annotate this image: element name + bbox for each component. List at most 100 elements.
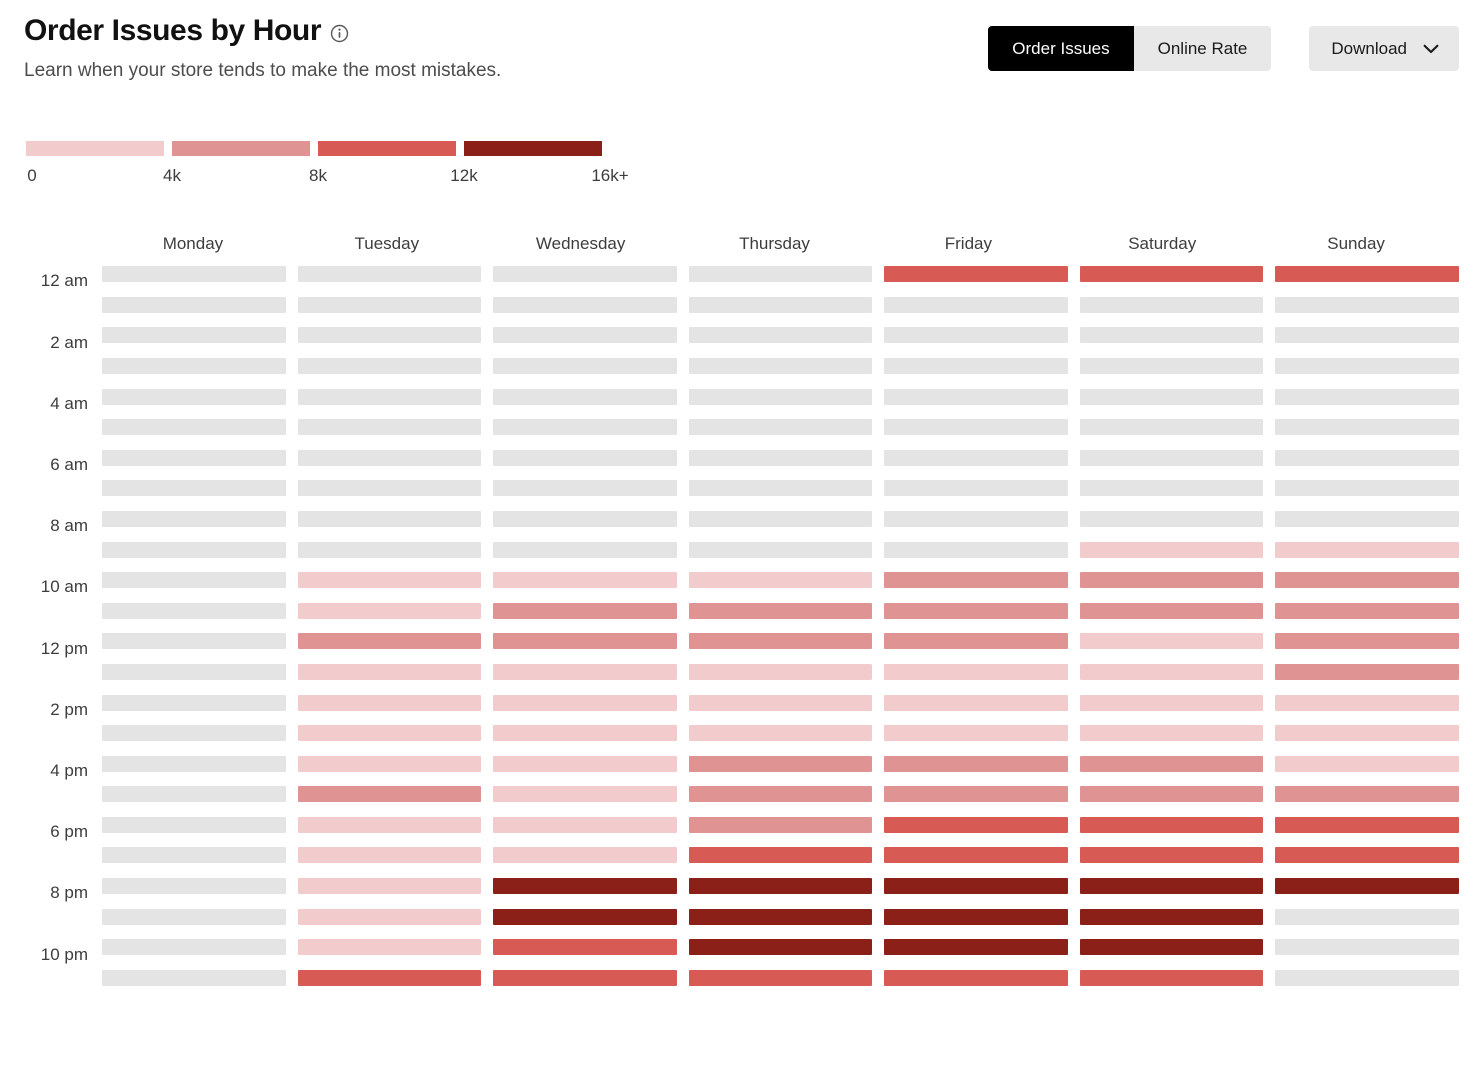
heatmap-cell[interactable] <box>493 327 677 344</box>
heatmap-cell[interactable] <box>1275 388 1460 405</box>
heatmap-cell[interactable] <box>297 388 482 405</box>
heatmap-cell[interactable] <box>493 480 677 497</box>
heatmap-cell[interactable] <box>297 480 482 497</box>
heatmap-cell[interactable] <box>688 449 873 466</box>
heatmap-cell[interactable] <box>102 419 286 436</box>
heatmap-cell[interactable] <box>493 694 677 711</box>
heatmap-cell[interactable] <box>297 449 482 466</box>
heatmap-cell[interactable] <box>493 939 677 956</box>
heatmap-cell[interactable] <box>102 969 286 986</box>
heatmap-cell[interactable] <box>297 572 482 589</box>
heatmap-cell[interactable] <box>102 755 286 772</box>
heatmap-cell[interactable] <box>688 847 873 864</box>
heatmap-cell[interactable] <box>1275 878 1460 895</box>
heatmap-cell[interactable] <box>1275 786 1460 803</box>
heatmap-cell[interactable] <box>102 510 286 527</box>
heatmap-cell[interactable] <box>102 480 286 497</box>
heatmap-cell[interactable] <box>1275 908 1460 925</box>
heatmap-cell[interactable] <box>493 541 677 558</box>
heatmap-cell[interactable] <box>297 908 482 925</box>
heatmap-cell[interactable] <box>102 541 286 558</box>
heatmap-cell[interactable] <box>884 357 1068 374</box>
heatmap-cell[interactable] <box>688 663 873 680</box>
heatmap-cell[interactable] <box>493 786 677 803</box>
info-circle-icon[interactable] <box>330 24 349 43</box>
heatmap-cell[interactable] <box>1079 908 1264 925</box>
heatmap-cell[interactable] <box>884 939 1068 956</box>
heatmap-cell[interactable] <box>1079 327 1264 344</box>
heatmap-cell[interactable] <box>884 449 1068 466</box>
heatmap-cell[interactable] <box>1079 847 1264 864</box>
heatmap-cell[interactable] <box>102 449 286 466</box>
heatmap-cell[interactable] <box>1275 633 1460 650</box>
heatmap-cell[interactable] <box>102 939 286 956</box>
heatmap-cell[interactable] <box>493 908 677 925</box>
heatmap-cell[interactable] <box>884 816 1068 833</box>
heatmap-cell[interactable] <box>1275 419 1460 436</box>
heatmap-cell[interactable] <box>688 296 873 313</box>
heatmap-cell[interactable] <box>884 786 1068 803</box>
heatmap-cell[interactable] <box>493 266 677 283</box>
heatmap-cell[interactable] <box>1275 847 1460 864</box>
heatmap-cell[interactable] <box>1275 480 1460 497</box>
heatmap-cell[interactable] <box>884 755 1068 772</box>
heatmap-cell[interactable] <box>1079 388 1264 405</box>
heatmap-cell[interactable] <box>688 633 873 650</box>
heatmap-cell[interactable] <box>1079 663 1264 680</box>
heatmap-cell[interactable] <box>1079 541 1264 558</box>
heatmap-cell[interactable] <box>1275 694 1460 711</box>
heatmap-cell[interactable] <box>102 327 286 344</box>
heatmap-cell[interactable] <box>102 816 286 833</box>
heatmap-cell[interactable] <box>102 266 286 283</box>
heatmap-cell[interactable] <box>884 878 1068 895</box>
heatmap-cell[interactable] <box>297 633 482 650</box>
heatmap-cell[interactable] <box>884 541 1068 558</box>
heatmap-cell[interactable] <box>297 816 482 833</box>
heatmap-cell[interactable] <box>297 878 482 895</box>
heatmap-cell[interactable] <box>1275 725 1460 742</box>
heatmap-cell[interactable] <box>1079 969 1264 986</box>
heatmap-cell[interactable] <box>1079 449 1264 466</box>
heatmap-cell[interactable] <box>884 633 1068 650</box>
heatmap-cell[interactable] <box>297 357 482 374</box>
heatmap-cell[interactable] <box>297 755 482 772</box>
heatmap-cell[interactable] <box>1275 939 1460 956</box>
heatmap-cell[interactable] <box>493 725 677 742</box>
heatmap-cell[interactable] <box>102 878 286 895</box>
heatmap-cell[interactable] <box>102 847 286 864</box>
heatmap-cell[interactable] <box>493 572 677 589</box>
heatmap-cell[interactable] <box>297 969 482 986</box>
heatmap-cell[interactable] <box>884 266 1068 283</box>
heatmap-cell[interactable] <box>884 510 1068 527</box>
heatmap-cell[interactable] <box>1275 572 1460 589</box>
heatmap-cell[interactable] <box>688 480 873 497</box>
heatmap-cell[interactable] <box>1079 816 1264 833</box>
heatmap-cell[interactable] <box>884 480 1068 497</box>
heatmap-cell[interactable] <box>1079 878 1264 895</box>
heatmap-cell[interactable] <box>884 388 1068 405</box>
heatmap-cell[interactable] <box>688 357 873 374</box>
heatmap-cell[interactable] <box>493 663 677 680</box>
heatmap-cell[interactable] <box>884 419 1068 436</box>
heatmap-cell[interactable] <box>1275 296 1460 313</box>
heatmap-cell[interactable] <box>1275 541 1460 558</box>
heatmap-cell[interactable] <box>1079 296 1264 313</box>
heatmap-cell[interactable] <box>493 969 677 986</box>
heatmap-cell[interactable] <box>297 602 482 619</box>
heatmap-cell[interactable] <box>102 663 286 680</box>
heatmap-cell[interactable] <box>884 327 1068 344</box>
heatmap-cell[interactable] <box>102 388 286 405</box>
heatmap-cell[interactable] <box>102 725 286 742</box>
heatmap-cell[interactable] <box>297 847 482 864</box>
heatmap-cell[interactable] <box>297 786 482 803</box>
heatmap-cell[interactable] <box>688 572 873 589</box>
heatmap-cell[interactable] <box>493 296 677 313</box>
heatmap-cell[interactable] <box>884 847 1068 864</box>
heatmap-cell[interactable] <box>493 847 677 864</box>
download-button[interactable]: Download <box>1309 26 1459 71</box>
heatmap-cell[interactable] <box>493 510 677 527</box>
heatmap-cell[interactable] <box>493 816 677 833</box>
heatmap-cell[interactable] <box>1079 266 1264 283</box>
heatmap-cell[interactable] <box>493 878 677 895</box>
heatmap-cell[interactable] <box>688 755 873 772</box>
